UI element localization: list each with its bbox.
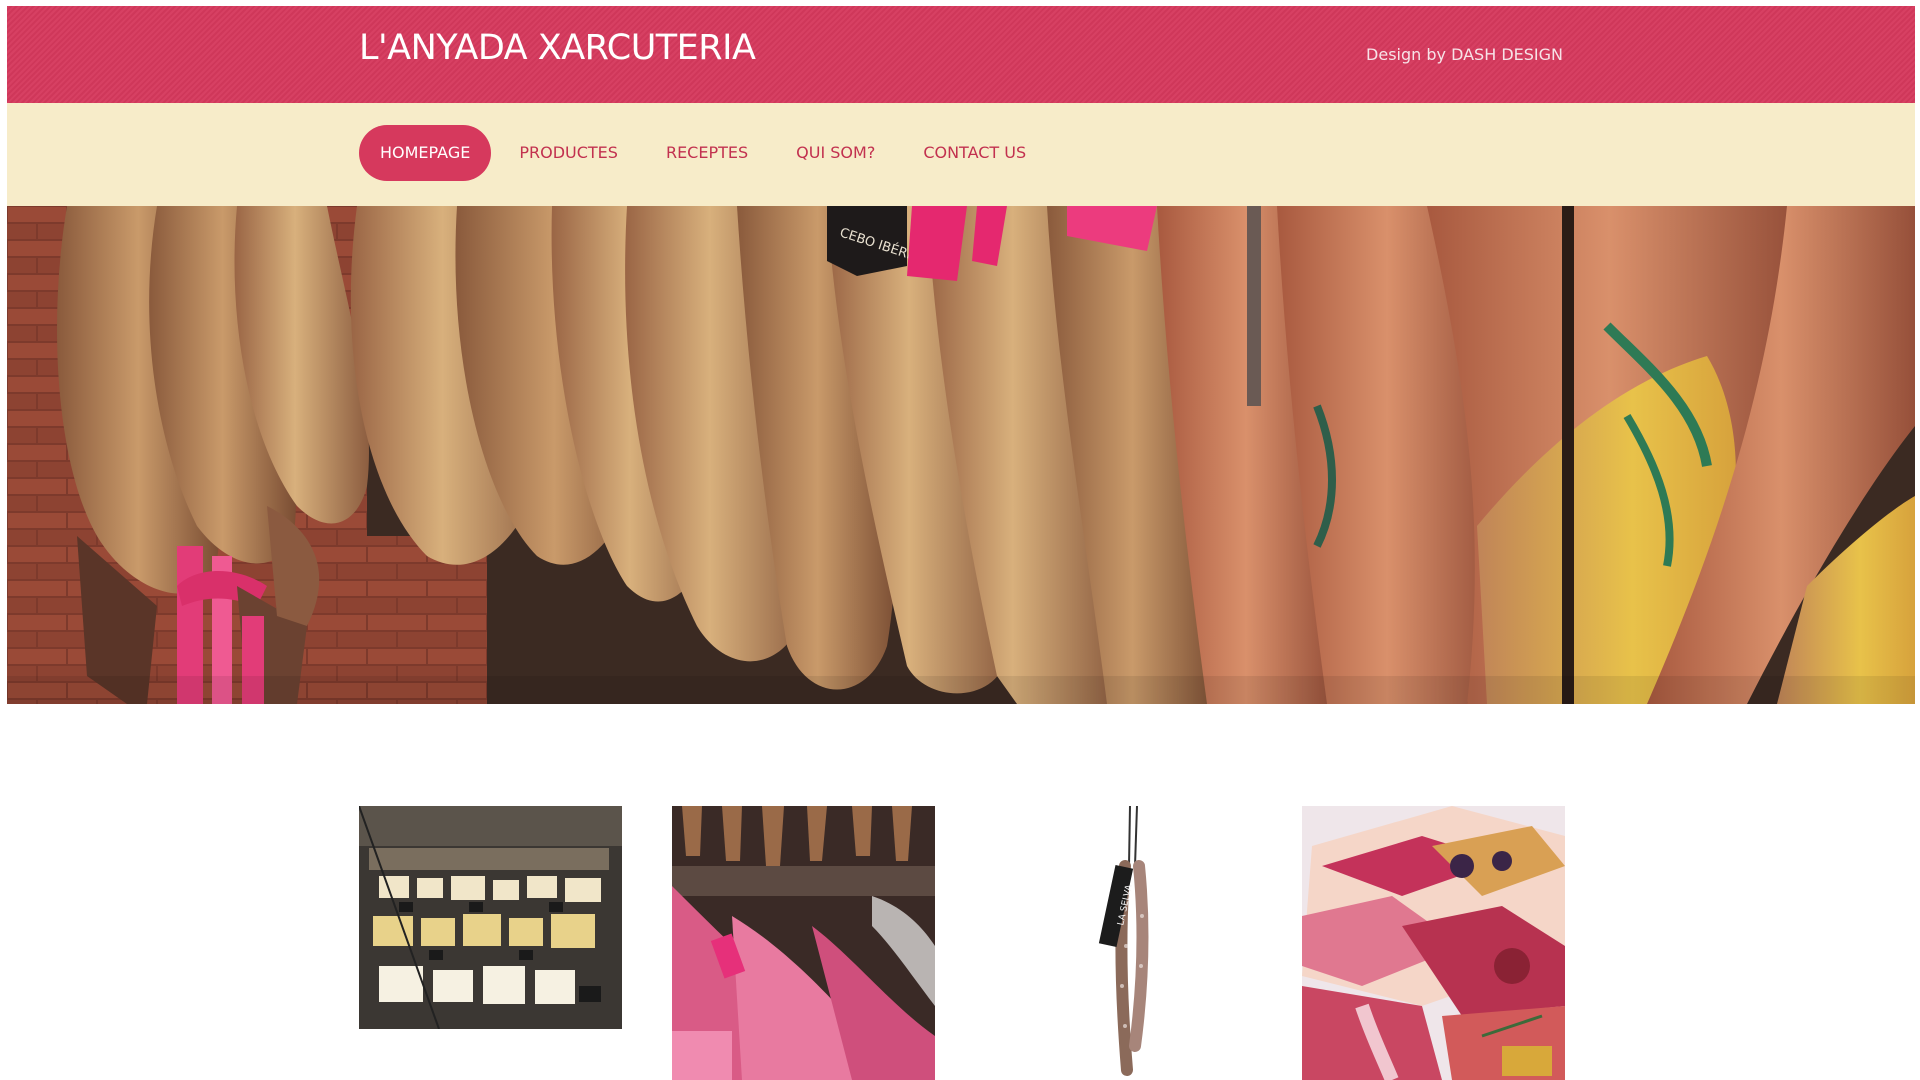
site-header: L'ANYADA XARCUTERIA Design by DASH DESIG… [7, 6, 1915, 103]
nav-item-contact-us[interactable]: CONTACT US [899, 125, 1050, 181]
charcuterie-platters-image [1302, 806, 1565, 1080]
hero-image: CEBO IBÉRICO [7, 206, 1915, 704]
design-credit: Design by DASH DESIGN [1366, 45, 1563, 64]
gallery-item-fuet[interactable]: LA SELVA [1015, 806, 1195, 1080]
cheese-counter-image [359, 806, 622, 1029]
nav-item-homepage[interactable]: HOMEPAGE [359, 125, 492, 181]
fuet-sausage-image: LA SELVA [1015, 806, 1195, 1080]
nav-item-productes[interactable]: PRODUCTES [495, 125, 642, 181]
nav-item-receptes[interactable]: RECEPTES [642, 125, 772, 181]
nav-item-qui-som[interactable]: QUI SOM? [772, 125, 899, 181]
gallery-item-hams[interactable] [672, 806, 935, 1080]
page: L'ANYADA XARCUTERIA Design by DASH DESIG… [7, 6, 1915, 1080]
gallery-item-platters[interactable] [1302, 806, 1565, 1080]
gallery-item-cheese[interactable] [359, 806, 622, 1029]
site-title[interactable]: L'ANYADA XARCUTERIA [359, 28, 756, 68]
nav-list: HOMEPAGE PRODUCTES RECEPTES QUI SOM? CON… [359, 125, 1050, 181]
hanging-hams-illustration: CEBO IBÉRICO [7, 206, 1915, 704]
product-gallery: LA SELVA [7, 806, 1915, 1080]
main-nav: HOMEPAGE PRODUCTES RECEPTES QUI SOM? CON… [7, 103, 1915, 206]
gallery-caption [359, 1072, 599, 1080]
ham-shop-image [672, 806, 935, 1080]
